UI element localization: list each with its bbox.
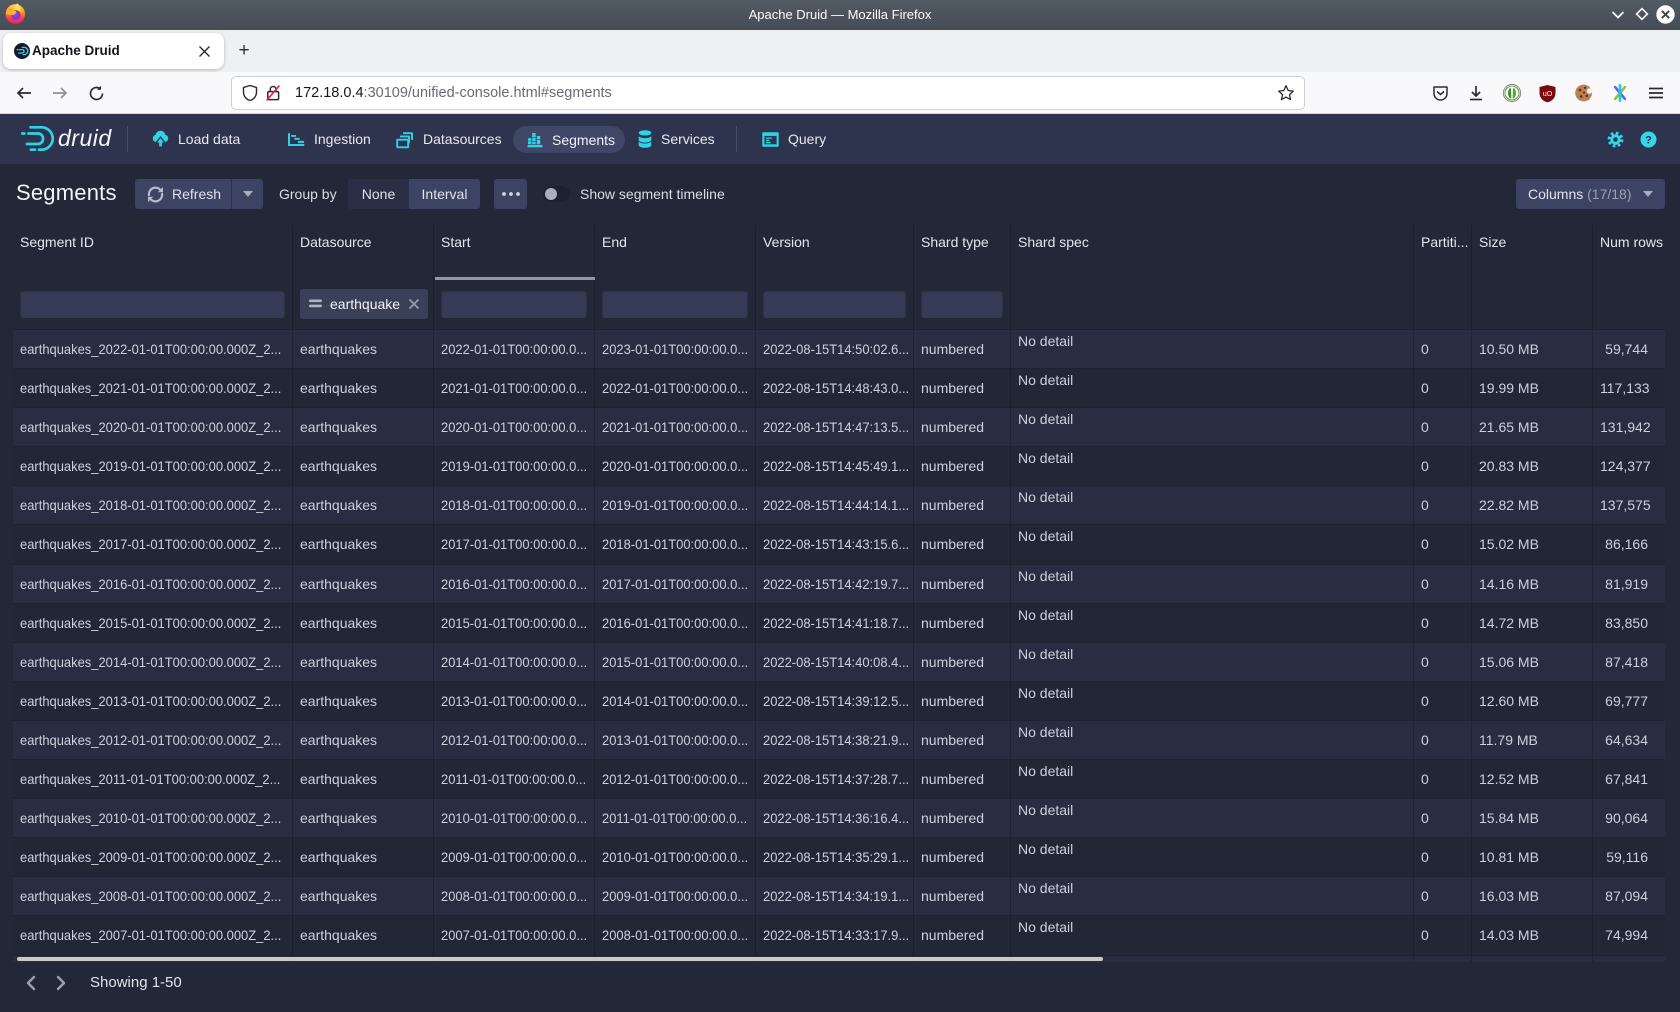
svg-text:?: ? (1645, 134, 1652, 146)
svg-text:uO: uO (1542, 91, 1552, 98)
